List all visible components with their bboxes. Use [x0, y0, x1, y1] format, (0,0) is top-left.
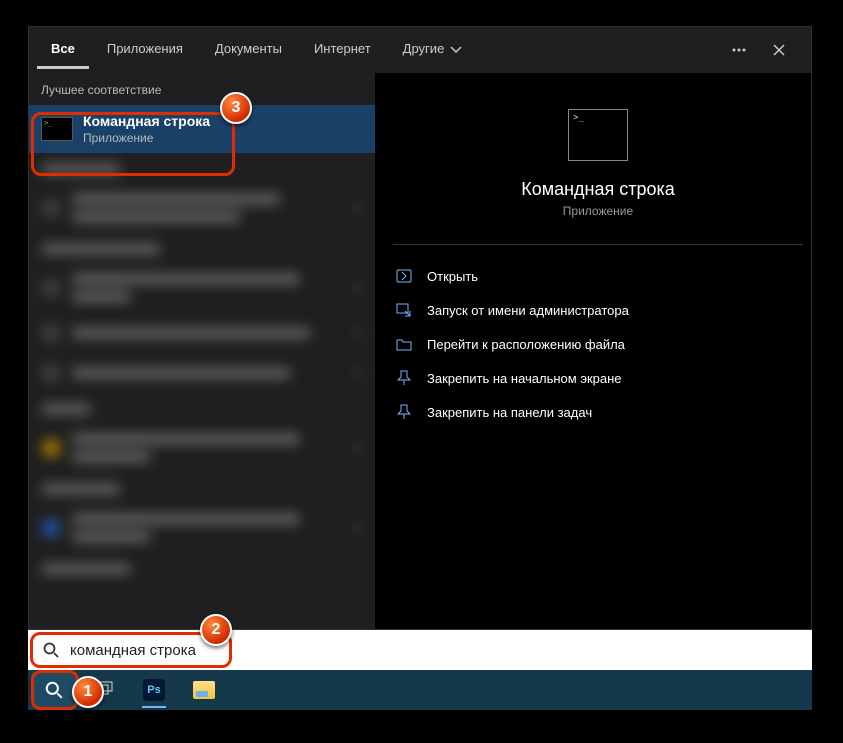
- tab-apps[interactable]: Приложения: [93, 31, 197, 69]
- results-panel: Лучшее соответствие Командная строка При…: [29, 73, 375, 629]
- tab-web[interactable]: Интернет: [300, 31, 385, 69]
- preview-header: Командная строка Приложение: [393, 91, 803, 245]
- explorer-icon: [193, 681, 215, 699]
- open-icon: [395, 267, 413, 285]
- preview-title: Командная строка: [521, 179, 675, 200]
- action-run-admin[interactable]: Запуск от имени администратора: [393, 293, 803, 327]
- search-icon: [42, 641, 60, 659]
- result-cmd[interactable]: Командная строка Приложение: [29, 105, 375, 153]
- action-run-admin-label: Запуск от имени администратора: [427, 303, 629, 318]
- folder-open-icon: [395, 335, 413, 353]
- tab-all[interactable]: Все: [37, 31, 89, 69]
- tab-documents[interactable]: Документы: [201, 31, 296, 69]
- blurred-other-results: › › › ›: [29, 153, 375, 583]
- action-open[interactable]: Открыть: [393, 259, 803, 293]
- more-options-icon[interactable]: [731, 42, 747, 58]
- admin-icon: [395, 301, 413, 319]
- result-subtitle: Приложение: [83, 131, 363, 145]
- tab-more[interactable]: Другие: [389, 31, 479, 70]
- chevron-down-icon: [448, 41, 464, 57]
- taskview-icon: [94, 680, 114, 700]
- action-pin-start-label: Закрепить на начальном экране: [427, 371, 622, 386]
- search-input[interactable]: [70, 642, 798, 659]
- preview-actions: Открыть Запуск от имени администратора П…: [393, 245, 803, 429]
- search-icon: [44, 680, 64, 700]
- search-bar[interactable]: [28, 630, 812, 670]
- search-window: Все Приложения Документы Интернет Другие…: [28, 26, 812, 630]
- main-area: Лучшее соответствие Командная строка При…: [29, 73, 811, 629]
- preview-cmd-icon: [568, 109, 628, 161]
- close-icon[interactable]: [771, 42, 787, 58]
- pin-start-icon: [395, 369, 413, 387]
- taskbar-photoshop-button[interactable]: Ps: [132, 672, 176, 708]
- best-match-header: Лучшее соответствие: [29, 73, 375, 105]
- photoshop-icon: Ps: [143, 679, 165, 701]
- result-title: Командная строка: [83, 113, 363, 129]
- action-pin-start[interactable]: Закрепить на начальном экране: [393, 361, 803, 395]
- pin-taskbar-icon: [395, 403, 413, 421]
- taskbar-search-button[interactable]: [32, 672, 76, 708]
- action-open-location[interactable]: Перейти к расположению файла: [393, 327, 803, 361]
- filter-tabs: Все Приложения Документы Интернет Другие: [29, 27, 811, 73]
- taskbar: Ps: [28, 670, 812, 710]
- result-text: Командная строка Приложение: [83, 113, 363, 145]
- action-pin-taskbar[interactable]: Закрепить на панели задач: [393, 395, 803, 429]
- action-pin-taskbar-label: Закрепить на панели задач: [427, 405, 592, 420]
- tab-more-label: Другие: [403, 41, 445, 56]
- preview-subtitle: Приложение: [563, 204, 633, 218]
- taskbar-taskview-button[interactable]: [82, 672, 126, 708]
- cmd-icon: [41, 117, 73, 141]
- action-open-location-label: Перейти к расположению файла: [427, 337, 625, 352]
- preview-panel: Командная строка Приложение Открыть Запу…: [375, 73, 811, 629]
- taskbar-explorer-button[interactable]: [182, 672, 226, 708]
- action-open-label: Открыть: [427, 269, 478, 284]
